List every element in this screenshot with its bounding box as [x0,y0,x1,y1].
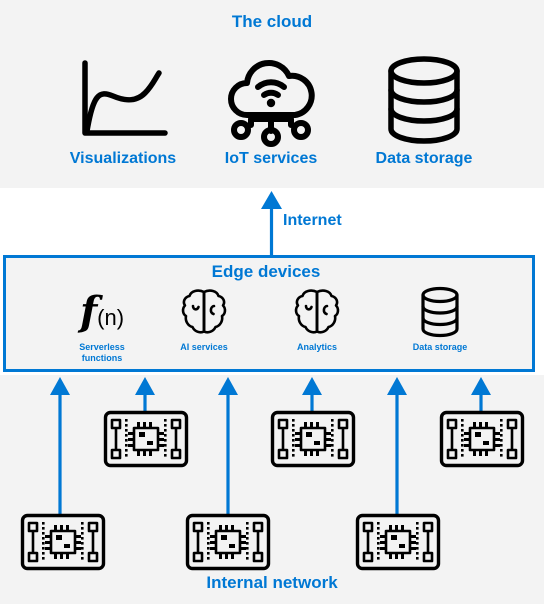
database-cylinder-icon [349,52,499,148]
internal-network-title: Internal network [206,573,338,592]
cloud-item-iot-services: IoT services [196,52,346,168]
circuit-board-icon [439,410,525,468]
brain-icon [152,283,256,341]
edge-tier-title: Edge devices [211,262,321,281]
edge-item-ai-services: AI services [152,283,256,353]
device-uplink-arrow [384,376,410,516]
edge-item-caption: AI services [180,342,228,352]
device-uplink-arrow [468,376,494,414]
edge-item-caption-line1: Serverless [79,342,125,352]
edge-item-caption: Analytics [296,342,338,352]
edge-item-data-storage: Data storage [388,283,492,353]
cloud-item-caption: Visualizations [69,150,177,167]
internet-label: Internet [283,212,342,229]
cloud-item-visualizations: Visualizations [48,52,198,168]
device-uplink-arrow [132,376,158,414]
device-uplink-arrow [215,376,241,516]
cloud-item-caption: Data storage [375,150,473,167]
line-chart-icon [48,52,198,148]
cloud-item-data-storage: Data storage [349,52,499,168]
cloud-wifi-iot-icon [196,52,346,148]
cloud-tier-title: The cloud [231,12,313,31]
device-uplink-arrow [299,376,325,414]
edge-item-caption: Serverless functions [50,342,154,365]
circuit-board-icon [185,513,271,571]
circuit-board-icon [20,513,106,571]
database-cylinder-icon [388,283,492,341]
device-uplink-arrow [47,376,73,516]
circuit-board-icon [270,410,356,468]
fn-serverless-icon: f(n) [79,288,125,335]
brain-icon [265,283,369,341]
edge-item-caption-line2: functions [81,353,123,364]
iot-edge-architecture-diagram: The cloud Visualizations IoT services Da… [0,0,544,604]
circuit-board-icon [355,513,441,571]
edge-item-caption: Data storage [412,342,468,352]
edge-item-serverless-functions: f(n) Serverless functions [50,283,154,365]
circuit-board-icon [103,410,189,468]
internet-uplink-arrow [258,190,286,258]
edge-item-analytics: Analytics [265,283,369,353]
cloud-item-caption: IoT services [224,150,318,167]
